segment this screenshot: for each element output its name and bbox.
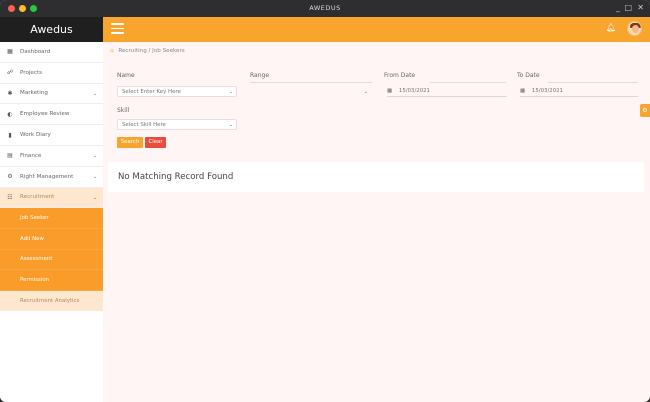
chevron-down-icon: ⌄ <box>92 194 97 201</box>
user-avatar[interactable] <box>627 21 642 36</box>
from-date-input[interactable]: ▦ 15/03/2021 <box>387 86 507 97</box>
sidebar-item-label: Projects <box>20 69 43 76</box>
submenu-item-job-seeker[interactable]: Job Seeker <box>0 208 103 229</box>
notification-bell-icon[interactable]: 🔔︎ <box>606 23 616 32</box>
recruitment-icon: ☷ <box>7 193 13 201</box>
minimize-icon[interactable]: _ <box>616 3 620 13</box>
home-icon[interactable]: ⌂ <box>110 48 114 54</box>
skill-label: Skill <box>117 107 130 114</box>
gear-icon: ⚙ <box>7 173 13 181</box>
sidebar-item-work-diary[interactable]: ▮ Work Diary <box>0 125 103 146</box>
top-header: 🔔︎ <box>103 17 650 42</box>
name-select[interactable]: Select Enter Key Here ⌄ <box>117 86 237 97</box>
chevron-down-icon: ⌄ <box>92 152 97 159</box>
menu-toggle-icon[interactable] <box>111 23 124 35</box>
submenu-item-recruitment-analytics[interactable]: Recruitment Analytics <box>0 290 103 312</box>
submenu-item-permission[interactable]: Permission <box>0 270 103 291</box>
sidebar-item-label: Employee Review <box>20 111 70 118</box>
sidebar-item-marketing[interactable]: ✱ Marketing ⌄ <box>0 84 103 105</box>
name-select-value: Select Enter Key Here <box>122 89 181 95</box>
calendar-icon: ▦ <box>520 88 526 94</box>
to-date-input[interactable]: ▦ 15/03/2021 <box>520 86 638 97</box>
chevron-down-icon: ⌄ <box>363 89 368 95</box>
chevron-down-icon: ⌄ <box>92 90 97 97</box>
no-results-message: No Matching Record Found <box>118 172 234 182</box>
to-date-value: 15/03/2021 <box>531 88 563 94</box>
name-label: Name <box>117 72 135 79</box>
finance-icon: ▤ <box>7 152 13 160</box>
sidebar-item-label: Finance <box>20 152 42 159</box>
skill-select-value: Select Skill Here <box>122 122 166 128</box>
to-date-label: To Date <box>517 72 540 79</box>
app-window: AWEDUS _ □ ✕ Awedus ▦ Dashboard ☍ Projec… <box>0 0 650 402</box>
chevron-down-icon: ⌄ <box>92 173 97 180</box>
sidebar-item-label: Dashboard <box>20 48 51 55</box>
sidebar-item-label: Recruitment <box>20 194 55 201</box>
settings-tab-icon[interactable]: ⚙ <box>640 104 650 117</box>
projects-icon: ☍ <box>6 69 14 77</box>
skill-select[interactable]: Select Skill Here ⌄ <box>117 119 237 130</box>
range-select[interactable]: ⌄ <box>250 86 372 97</box>
calendar-icon: ▦ <box>387 88 393 94</box>
from-date-label: From Date <box>384 72 416 79</box>
breadcrumb: ⌂ Recruiting / Job Seekers <box>110 48 185 54</box>
dashboard-icon: ▦ <box>7 48 13 56</box>
submenu-item-assessment[interactable]: Assessment <box>0 250 103 271</box>
chevron-down-icon: ⌄ <box>228 89 233 95</box>
from-date-value: 15/03/2021 <box>398 88 430 94</box>
sidebar-item-finance[interactable]: ▤ Finance ⌄ <box>0 146 103 167</box>
sidebar: Awedus ▦ Dashboard ☍ Projects ✱ Marketin… <box>0 17 103 402</box>
sidebar-item-label: Marketing <box>20 90 48 97</box>
brand-logo[interactable]: Awedus <box>0 17 103 42</box>
window-titlebar: AWEDUS _ □ ✕ <box>0 0 650 17</box>
sidebar-item-employee-review[interactable]: ◐ Employee Review <box>0 104 103 126</box>
sidebar-item-recruitment[interactable]: ☷ Recruitment ⌄ <box>0 187 103 209</box>
breadcrumb-text[interactable]: Recruiting / Job Seekers <box>118 48 184 54</box>
sidebar-item-dashboard[interactable]: ▦ Dashboard <box>0 42 103 63</box>
recruitment-submenu: Job Seeker Add New Assessment Permission… <box>0 208 103 312</box>
review-icon: ◐ <box>7 110 13 118</box>
diary-icon: ▮ <box>8 131 12 139</box>
sidebar-item-right-management[interactable]: ⚙ Right Management ⌄ <box>0 167 103 188</box>
search-button[interactable]: Search <box>117 137 143 148</box>
sidebar-item-projects[interactable]: ☍ Projects <box>0 63 103 84</box>
sidebar-item-label: Right Management <box>20 173 74 180</box>
chevron-down-icon: ⌄ <box>228 122 233 128</box>
maximize-icon[interactable]: □ <box>624 3 632 13</box>
sidebar-item-label: Work Diary <box>20 132 51 139</box>
range-label: Range <box>250 72 270 79</box>
marketing-icon: ✱ <box>7 89 13 97</box>
submenu-item-add-new[interactable]: Add New <box>0 229 103 250</box>
window-title: AWEDUS <box>309 4 341 12</box>
clear-button[interactable]: Clear <box>145 137 166 148</box>
close-icon[interactable]: ✕ <box>637 3 644 13</box>
